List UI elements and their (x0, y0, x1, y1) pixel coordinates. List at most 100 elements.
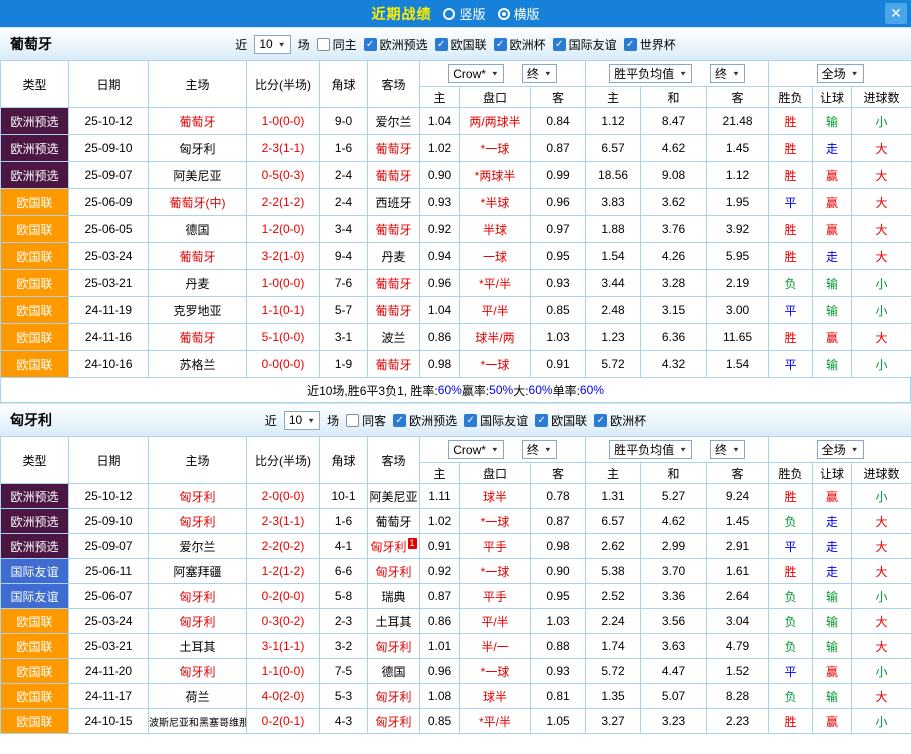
radio-vertical-icon[interactable] (443, 8, 455, 20)
checkbox-icon[interactable] (553, 38, 566, 51)
avg-lose-cell: 9.24 (707, 484, 769, 509)
avg-win-cell: 5.72 (586, 659, 641, 684)
handicap-cell: 平手 (460, 534, 531, 559)
layout-vertical-option[interactable]: 竖版 (443, 4, 485, 23)
checkbox-icon[interactable] (435, 38, 448, 51)
result-wdl-cell: 平 (769, 189, 813, 216)
avg-draw-cell: 3.56 (641, 609, 707, 634)
away-odds-cell: 0.85 (531, 297, 586, 324)
scope-select[interactable]: 全场▼ (817, 440, 864, 459)
radio-horizontal-icon[interactable] (498, 8, 510, 20)
home-odds-cell: 1.01 (420, 634, 460, 659)
checkbox-icon[interactable] (346, 414, 359, 427)
table-row: 欧洲预选25-09-07爱尔兰2-2(0-2)4-1匈牙利10.91平手0.98… (1, 534, 911, 559)
competition-checkbox-3[interactable]: 国际友谊 (553, 36, 617, 53)
table-row: 欧洲预选25-09-10匈牙利2-3(1-1)1-6葡萄牙1.02*一球0.87… (1, 509, 911, 534)
chevron-down-icon: ▼ (851, 446, 859, 453)
away-odds-cell: 0.87 (531, 509, 586, 534)
bookmaker-select[interactable]: Crow*▼ (448, 64, 504, 83)
checkbox-icon[interactable] (317, 38, 330, 51)
result-handicap-cell: 走 (813, 559, 852, 584)
competition-checkbox-2[interactable]: 欧洲杯 (494, 36, 546, 53)
competition-checkbox-1[interactable]: 欧国联 (435, 36, 487, 53)
checkbox-icon[interactable] (494, 38, 507, 51)
avg-stage-select[interactable]: 终▼ (710, 440, 745, 459)
close-icon[interactable]: ✕ (885, 3, 907, 24)
chevron-down-icon: ▼ (278, 40, 286, 47)
avg-draw-cell: 4.32 (641, 351, 707, 378)
table-row: 欧国联25-03-21土耳其3-1(1-1)3-2匈牙利1.01半/一0.881… (1, 634, 911, 659)
handicap-cell: *平/半 (460, 270, 531, 297)
result-handicap-cell: 输 (813, 351, 852, 378)
avg-draw-cell: 2.99 (641, 534, 707, 559)
away-team-cell: 爱尔兰 (368, 108, 420, 135)
avg-win-cell: 5.72 (586, 351, 641, 378)
away-odds-cell: 0.90 (531, 559, 586, 584)
bookmaker-select[interactable]: Crow*▼ (448, 440, 504, 459)
away-odds-cell: 0.95 (531, 584, 586, 609)
competition-checkbox-4[interactable]: 世界杯 (624, 36, 676, 53)
competition-checkbox-1[interactable]: 国际友谊 (464, 412, 528, 429)
home-team-cell: 匈牙利 (149, 509, 247, 534)
column-header: 进球数 (852, 463, 911, 484)
handicap-cell: 平/半 (460, 297, 531, 324)
recent-count-select[interactable]: 10▼ (284, 411, 320, 430)
away-odds-cell: 0.84 (531, 108, 586, 135)
column-header: 胜负 (769, 463, 813, 484)
away-odds-cell: 0.95 (531, 243, 586, 270)
result-handicap-cell: 走 (813, 509, 852, 534)
competition-type-cell: 欧国联 (1, 270, 69, 297)
home-odds-cell: 0.96 (420, 270, 460, 297)
checkbox-icon[interactable] (535, 414, 548, 427)
scope-select[interactable]: 全场▼ (817, 64, 864, 83)
avg-win-cell: 3.44 (586, 270, 641, 297)
score-cell: 2-3(1-1) (247, 135, 320, 162)
competition-type-cell: 欧国联 (1, 684, 69, 709)
competition-checkbox-2[interactable]: 欧国联 (535, 412, 587, 429)
result-wdl-cell: 胜 (769, 108, 813, 135)
table-row: 欧国联25-06-09葡萄牙(中)2-2(1-2)2-4西班牙0.93*半球0.… (1, 189, 911, 216)
home-team-cell: 阿美尼亚 (149, 162, 247, 189)
odds-stage-select[interactable]: 终▼ (522, 64, 557, 83)
away-team-cell: 西班牙 (368, 189, 420, 216)
competition-checkbox-0[interactable]: 欧洲预选 (364, 36, 428, 53)
recent-count-select[interactable]: 10▼ (254, 35, 290, 54)
avg-select[interactable]: 胜平负均值▼ (609, 440, 692, 459)
handicap-cell: *平/半 (460, 709, 531, 734)
result-goals-cell: 大 (852, 609, 911, 634)
match-date-cell: 25-09-10 (69, 135, 149, 162)
result-goals-cell: 大 (852, 189, 911, 216)
avg-draw-cell: 3.62 (641, 189, 707, 216)
avg-lose-cell: 1.61 (707, 559, 769, 584)
competition-checkbox-0[interactable]: 欧洲预选 (393, 412, 457, 429)
avg-select[interactable]: 胜平负均值▼ (609, 64, 692, 83)
avg-stage-select[interactable]: 终▼ (710, 64, 745, 83)
away-odds-cell: 0.87 (531, 135, 586, 162)
competition-checkbox-3[interactable]: 欧洲杯 (594, 412, 646, 429)
odds-stage-select[interactable]: 终▼ (522, 440, 557, 459)
competition-type-cell: 欧国联 (1, 351, 69, 378)
layout-horizontal-option[interactable]: 横版 (498, 4, 540, 23)
same-venue-checkbox[interactable]: 同主 (317, 36, 357, 53)
corners-cell: 4-1 (320, 534, 368, 559)
avg-win-cell: 2.24 (586, 609, 641, 634)
checkbox-icon[interactable] (464, 414, 477, 427)
result-goals-cell: 大 (852, 534, 911, 559)
score-cell: 0-5(0-3) (247, 162, 320, 189)
score-cell: 0-2(0-0) (247, 584, 320, 609)
checkbox-icon[interactable] (364, 38, 377, 51)
column-header: 主 (586, 463, 641, 484)
away-team-cell: 阿美尼亚 (368, 484, 420, 509)
checkbox-icon[interactable] (624, 38, 637, 51)
match-date-cell: 25-09-10 (69, 509, 149, 534)
score-cell: 4-0(2-0) (247, 684, 320, 709)
same-venue-checkbox[interactable]: 同客 (346, 412, 386, 429)
away-odds-cell: 0.99 (531, 162, 586, 189)
checkbox-icon[interactable] (594, 414, 607, 427)
match-date-cell: 25-06-07 (69, 584, 149, 609)
checkbox-icon[interactable] (393, 414, 406, 427)
result-wdl-cell: 胜 (769, 324, 813, 351)
avg-lose-cell: 5.95 (707, 243, 769, 270)
home-odds-cell: 0.90 (420, 162, 460, 189)
corners-cell: 1-6 (320, 509, 368, 534)
